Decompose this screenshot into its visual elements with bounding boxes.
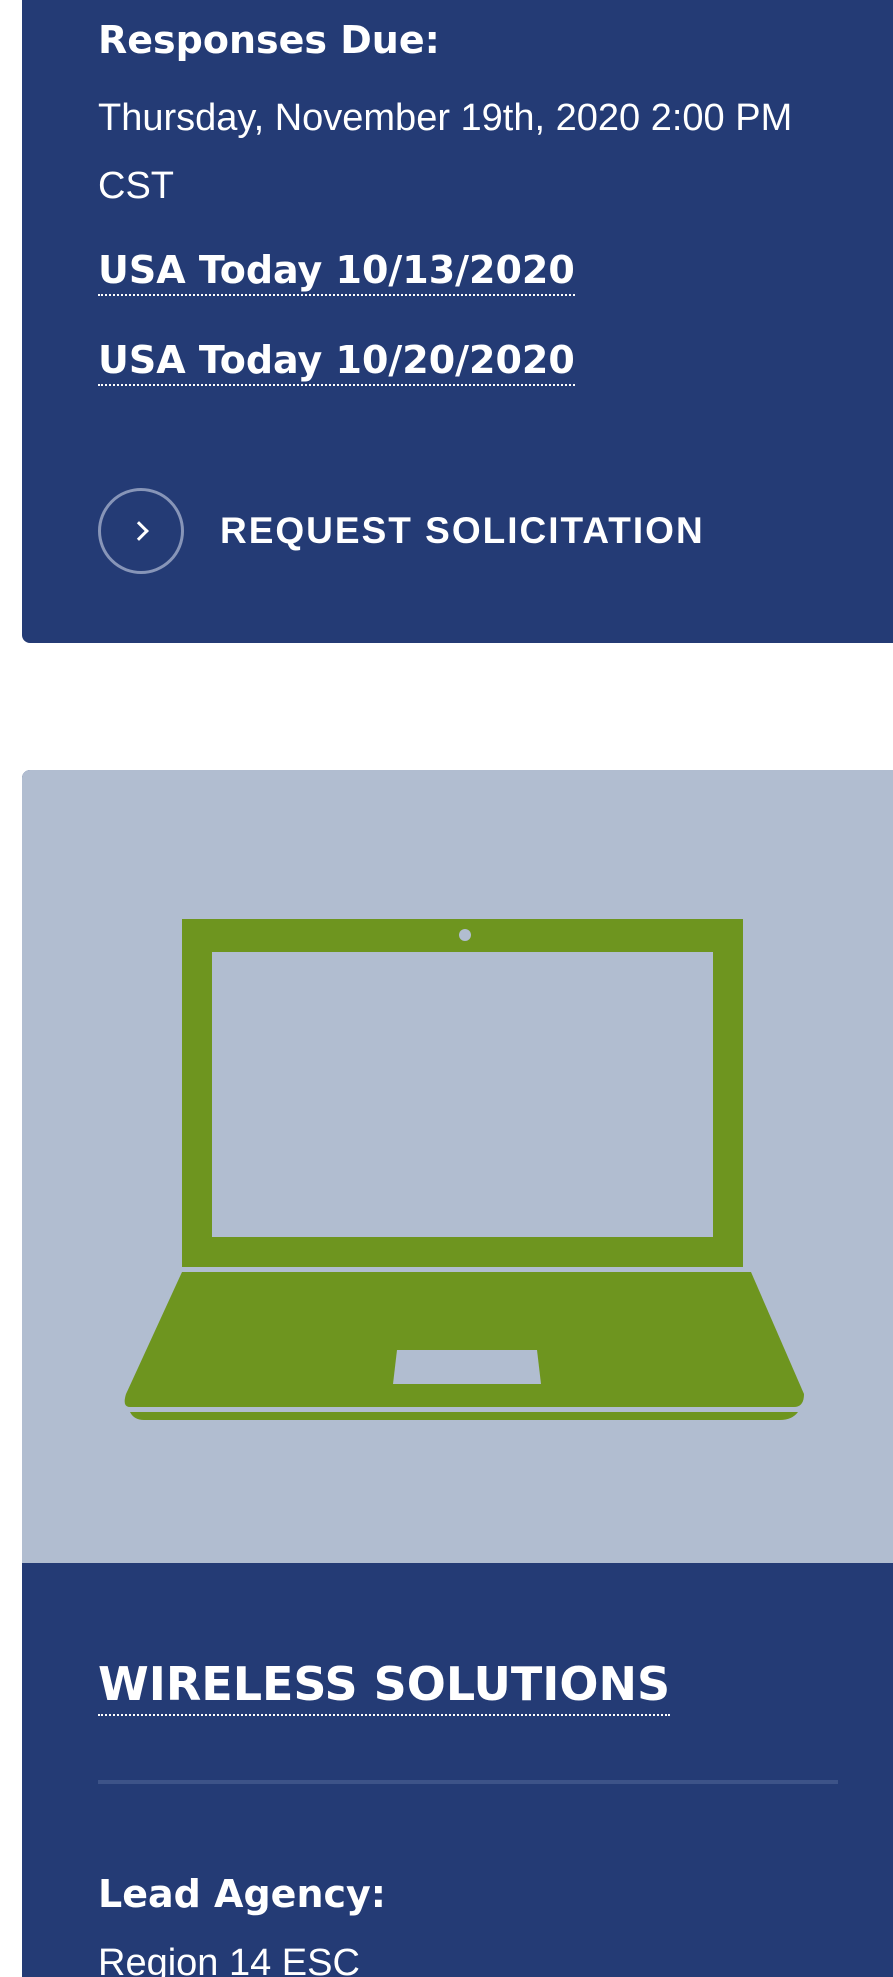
- request-solicitation-button[interactable]: REQUEST SOLICITATION: [98, 488, 705, 574]
- responses-due-value: Thursday, November 19th, 2020 2:00 PM CS…: [98, 97, 793, 207]
- usa-today-link-1[interactable]: USA Today 10/13/2020: [98, 248, 575, 296]
- responses-due-label: Responses Due:: [98, 18, 440, 62]
- chevron-right-icon[interactable]: [98, 488, 184, 574]
- usa-today-link-2[interactable]: USA Today 10/20/2020: [98, 338, 575, 386]
- lead-agency-value: Region 14 ESC: [98, 1942, 360, 1977]
- solicitation-card-wireless: WIRELESS SOLUTIONS Lead Agency: Region 1…: [22, 770, 893, 1977]
- lead-agency-label: Lead Agency:: [98, 1872, 386, 1916]
- solicitation-card-previous: Responses Due: Thursday, November 19th, …: [22, 0, 893, 643]
- page: Responses Due: Thursday, November 19th, …: [0, 0, 893, 1977]
- divider: [98, 1780, 838, 1784]
- laptop-icon: [124, 919, 804, 1420]
- card-title-link[interactable]: WIRELESS SOLUTIONS: [98, 1656, 671, 1716]
- card-image: [22, 770, 893, 1563]
- request-solicitation-label[interactable]: REQUEST SOLICITATION: [220, 510, 705, 552]
